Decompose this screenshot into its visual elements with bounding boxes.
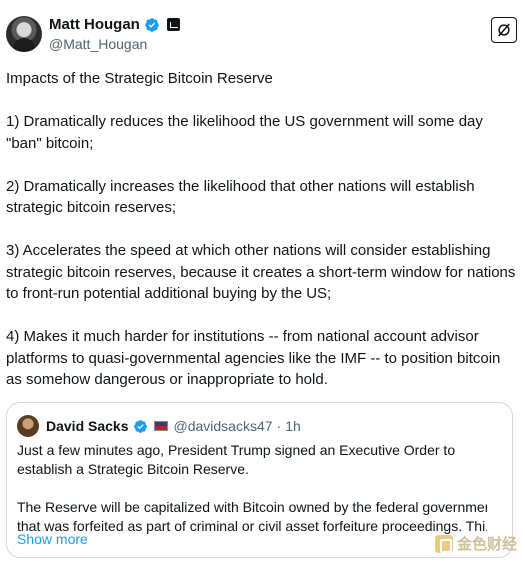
post-header: Matt Hougan @Matt_Hougan <box>6 14 519 58</box>
quoted-display-name[interactable]: David Sacks <box>46 418 129 434</box>
affiliation-badge-icon <box>166 18 180 31</box>
author-name-row: Matt Hougan <box>49 16 180 33</box>
quoted-post-header: David Sacks @davidsacks47 · 1h <box>17 415 301 437</box>
post-body: Impacts of the Strategic Bitcoin Reserve… <box>6 68 518 412</box>
post-paragraph: 2) Dramatically increases the likelihood… <box>6 177 475 217</box>
post-paragraph: Impacts of the Strategic Bitcoin Reserve <box>6 70 273 87</box>
watermark-text: 金色财经 <box>456 536 517 553</box>
grok-button[interactable] <box>491 17 517 43</box>
quoted-avatar[interactable] <box>17 415 39 437</box>
quoted-handle[interactable]: @davidsacks47 <box>174 418 273 434</box>
watermark-logo-icon <box>434 534 453 553</box>
verified-badge-icon <box>133 419 147 433</box>
quoted-paragraph: Just a few minutes ago, President Trump … <box>17 442 456 477</box>
author-handle[interactable]: @Matt_Hougan <box>49 36 147 52</box>
quoted-post-text: Just a few minutes ago, President Trump … <box>17 441 487 536</box>
show-more-link[interactable]: Show more <box>17 531 88 547</box>
grok-icon <box>498 23 510 37</box>
post-paragraph: 1) Dramatically reduces the likelihood t… <box>6 113 483 152</box>
verified-badge-icon <box>144 17 159 32</box>
meta-separator: · <box>276 418 282 434</box>
watermark: 金色财经 <box>434 533 517 554</box>
flag-icon <box>153 421 168 431</box>
author-display-name[interactable]: Matt Hougan <box>49 16 140 33</box>
post-paragraph: 3) Accelerates the speed at which other … <box>6 242 516 302</box>
post-paragraph: 4) Makes it much harder for institutions… <box>6 328 501 388</box>
avatar[interactable] <box>6 16 42 52</box>
quoted-timestamp[interactable]: 1h <box>285 418 301 434</box>
quoted-paragraph-line: The Reserve will be capitalized with Bit… <box>17 499 487 515</box>
